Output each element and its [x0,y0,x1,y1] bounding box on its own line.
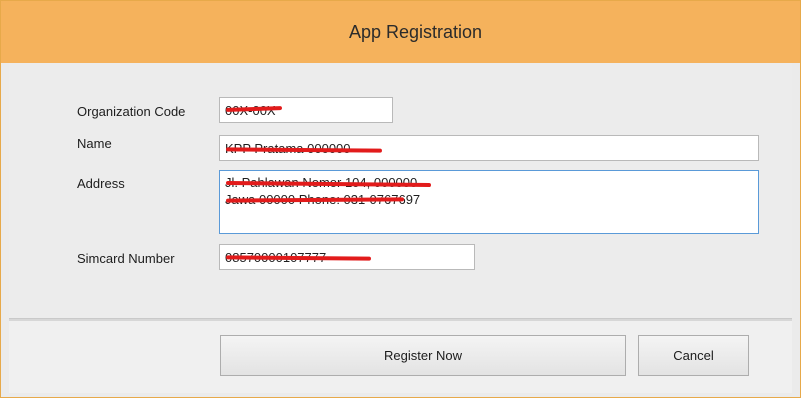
simcard-number-input[interactable]: 08570000107777 [219,244,475,270]
name-input[interactable]: KPP Pratama 000000 [219,135,759,161]
organization-code-input[interactable]: 00X-00X [219,97,393,123]
address-textarea[interactable]: Jl. Pahlawan Nomor 104, 000000 Jawa 0000… [219,170,759,234]
simcard-number-label: Simcard Number [77,251,175,266]
register-now-button[interactable]: Register Now [220,335,626,376]
title-bar[interactable]: App Registration [1,1,800,63]
name-label: Name [77,136,112,151]
dialog-body: Organization Code 00X-00X Name KPP Prata… [9,63,792,393]
registration-form: Organization Code 00X-00X Name KPP Prata… [9,63,792,318]
organization-code-label: Organization Code [77,104,186,119]
button-bar: Register Now Cancel [9,321,792,393]
window-title: App Registration [348,21,483,42]
app-registration-window: App Registration Organization Code 00X-0… [0,0,801,398]
address-label: Address [77,176,125,191]
cancel-button[interactable]: Cancel [638,335,749,376]
